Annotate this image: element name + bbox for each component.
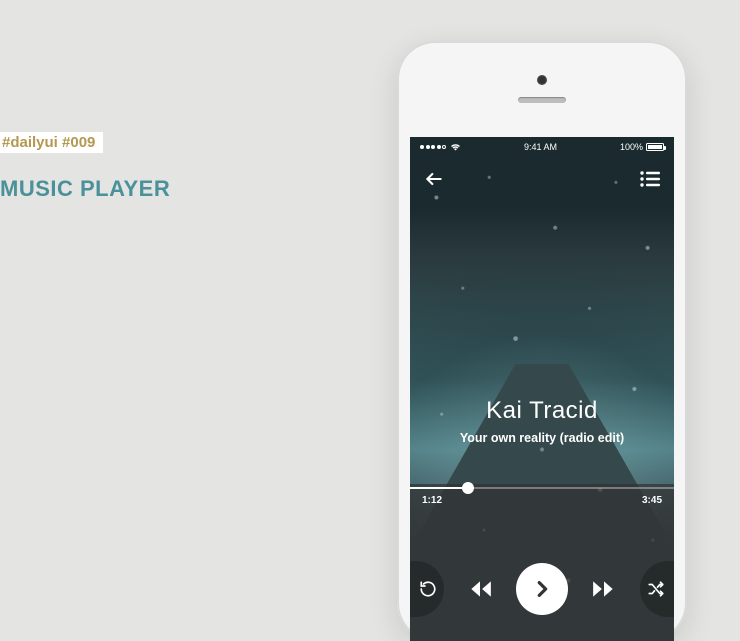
status-right: 100% (620, 142, 664, 152)
time-row: 1:12 3:45 (422, 495, 662, 506)
status-left (420, 143, 461, 151)
page-title: MUSIC PLAYER (0, 176, 170, 202)
back-button[interactable] (424, 169, 444, 194)
battery-icon (646, 143, 664, 151)
battery-percentage: 100% (620, 142, 643, 152)
phone-top (397, 41, 687, 137)
play-button[interactable] (516, 563, 568, 615)
shuffle-button[interactable] (640, 561, 674, 617)
time-duration: 3:45 (642, 495, 662, 506)
phone-camera-icon (537, 75, 547, 85)
dailyui-hashtag: #dailyui #009 (0, 132, 103, 153)
previous-button[interactable] (467, 576, 493, 602)
progress-fill (410, 487, 468, 489)
playback-controls (410, 536, 674, 641)
time-elapsed: 1:12 (422, 495, 442, 506)
phone-frame: 9:41 AM 100% Kai Tracid Your own reality… (397, 41, 687, 641)
signal-dots-icon (420, 145, 446, 149)
repeat-button[interactable] (410, 561, 444, 617)
progress-thumb[interactable] (462, 482, 474, 494)
track-name: Your own reality (radio edit) (410, 431, 674, 445)
track-info: Kai Tracid Your own reality (radio edit) (410, 397, 674, 445)
artist-name: Kai Tracid (410, 397, 674, 425)
status-time: 9:41 AM (524, 142, 557, 152)
app-header (424, 169, 660, 194)
phone-screen: 9:41 AM 100% Kai Tracid Your own reality… (410, 137, 674, 641)
playlist-button[interactable] (640, 171, 660, 192)
status-bar: 9:41 AM 100% (410, 137, 674, 157)
next-button[interactable] (591, 576, 617, 602)
wifi-icon (450, 143, 461, 151)
phone-speaker-icon (518, 97, 566, 103)
